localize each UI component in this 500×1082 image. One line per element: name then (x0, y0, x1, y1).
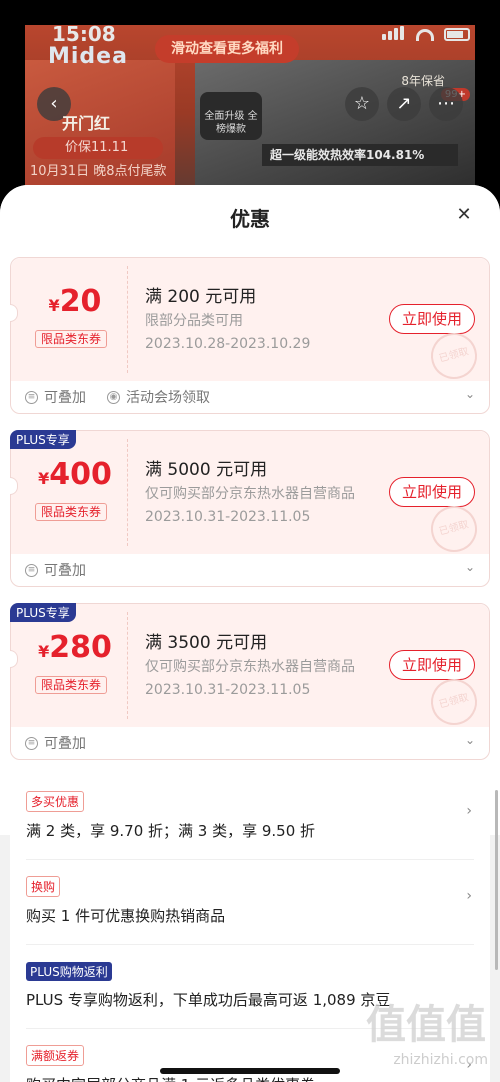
coupon-condition: 满 5000 元可用 (145, 460, 268, 480)
watermark-text: zhizhizhi.com (393, 1052, 488, 1068)
plus-exclusive-tag: PLUS专享 (10, 603, 76, 622)
source-label: ◉ 活动会场领取 (107, 387, 210, 407)
currency-symbol: ¥ (38, 642, 50, 661)
offer-item[interactable]: 换购 购买 1 件可优惠换购热销商品 › (26, 860, 474, 945)
coupon-footer[interactable]: ≡ 可叠加 ⌄ (11, 727, 489, 759)
close-icon[interactable]: ✕ (452, 203, 476, 227)
coupon-scope: 仅可购买部分京东热水器自营商品 (145, 486, 355, 502)
battery-icon (444, 28, 470, 41)
star-icon: ☆ (353, 93, 371, 114)
efficiency-label: 超一级能效热效率104.81% (262, 144, 458, 166)
venue-icon: ◉ (107, 390, 120, 404)
promo-pill[interactable]: 滑动查看更多福利 (155, 35, 299, 63)
coupon-scope: 限部分品类可用 (145, 313, 243, 329)
currency-symbol: ¥ (38, 469, 50, 488)
more-button[interactable]: ⋯ (429, 87, 463, 121)
offer-tag: 满额返券 (26, 1045, 85, 1066)
coupon-card: ¥20 限品类东券 满 200 元可用 限部分品类可用 2023.10.28-2… (10, 257, 490, 414)
upgrade-badge: 全面升级 全榜爆款 (200, 92, 262, 140)
plus-exclusive-tag: PLUS专享 (10, 430, 76, 449)
stack-icon: ≡ (25, 563, 38, 577)
chevron-right-icon: › (466, 803, 472, 819)
offer-text: 购买 1 件可优惠换购热销商品 (26, 907, 226, 925)
claimed-stamp: 已领取 (425, 500, 483, 558)
coupon-scope: 仅可购买部分京东热水器自营商品 (145, 659, 355, 675)
coupon-footer[interactable]: ≡ 可叠加 ⌄ (11, 554, 489, 586)
coupon-category-tag: 限品类东券 (35, 503, 107, 521)
coupon-condition: 满 3500 元可用 (145, 633, 268, 653)
amount-value: 20 (59, 284, 102, 319)
coupon-dates: 2023.10.31-2023.11.05 (145, 509, 311, 525)
status-icons (382, 25, 470, 44)
coupon-amount: ¥20 (27, 284, 123, 319)
offer-tag: PLUS购物返利 (26, 962, 112, 981)
chevron-down-icon[interactable]: ⌄ (465, 560, 475, 574)
offer-text: 购买中宫层部分商品满 1 元返多品类优惠券 (26, 1074, 474, 1082)
claimed-stamp: 已领取 (425, 673, 483, 731)
stackable-text: 可叠加 (44, 390, 86, 406)
stack-icon: ≡ (25, 390, 38, 404)
coupon-dates: 2023.10.28-2023.10.29 (145, 336, 311, 352)
currency-symbol: ¥ (48, 296, 60, 315)
offer-tag: 换购 (26, 876, 61, 897)
stackable-label: ≡ 可叠加 (25, 733, 86, 753)
amount-value: 400 (49, 457, 112, 492)
use-now-button[interactable]: 立即使用 (389, 477, 475, 507)
wifi-icon (416, 28, 434, 41)
coupon-category-tag: 限品类东券 (35, 330, 107, 348)
share-button[interactable]: ↗ (387, 87, 421, 121)
discount-sheet: 优惠 ✕ ¥20 限品类东券 满 200 元可用 限部分品类可用 2023.10… (0, 185, 500, 1082)
chevron-down-icon[interactable]: ⌄ (465, 733, 475, 747)
offer-text: 满 2 类，享 9.70 折；满 3 类，享 9.50 折 (26, 822, 316, 840)
coupon-amount: ¥400 (27, 457, 123, 492)
price-protect-tag: 价保11.11 (33, 137, 163, 159)
use-now-button[interactable]: 立即使用 (389, 304, 475, 334)
offer-tag: 多买优惠 (26, 791, 85, 812)
stackable-label: ≡ 可叠加 (25, 560, 86, 580)
chevron-down-icon[interactable]: ⌄ (465, 387, 475, 401)
brand-logo: Midea (48, 44, 128, 69)
chevron-left-icon: ‹ (50, 93, 58, 114)
claimed-stamp: 已领取 (425, 327, 483, 385)
coupon-body: ¥400 限品类东券 满 5000 元可用 仅可购买部分京东热水器自营商品 20… (10, 431, 489, 558)
coupon-body: ¥280 限品类东券 满 3500 元可用 仅可购买部分京东热水器自营商品 20… (10, 604, 489, 731)
coupon-category-tag: 限品类东券 (35, 676, 107, 694)
source-text: 活动会场领取 (126, 390, 210, 406)
status-time: 15:08 (52, 22, 116, 46)
stackable-text: 可叠加 (44, 736, 86, 752)
amount-value: 280 (49, 630, 112, 665)
payment-date: 10月31日 晚8点付尾款 (30, 164, 167, 179)
coupon-footer[interactable]: ≡ 可叠加 ◉ 活动会场领取 ⌄ (11, 381, 489, 413)
stackable-text: 可叠加 (44, 563, 86, 579)
kaimen-label: 开门红 (62, 114, 111, 133)
coupon-card: PLUS专享 ¥280 限品类东券 满 3500 元可用 仅可购买部分京东热水器… (10, 603, 490, 760)
sheet-title: 优惠 (230, 207, 270, 231)
scrollbar[interactable] (495, 790, 498, 970)
coupon-card: PLUS专享 ¥400 限品类东券 满 5000 元可用 仅可购买部分京东热水器… (10, 430, 490, 587)
eight-years-label: 8年保省 (401, 74, 445, 88)
stack-icon: ≡ (25, 736, 38, 750)
coupon-amount: ¥280 (27, 630, 123, 665)
use-now-button[interactable]: 立即使用 (389, 650, 475, 680)
coupon-dates: 2023.10.31-2023.11.05 (145, 682, 311, 698)
coupon-body: ¥20 限品类东券 满 200 元可用 限部分品类可用 2023.10.28-2… (10, 258, 489, 385)
home-indicator[interactable] (160, 1068, 340, 1074)
offer-item[interactable]: 多买优惠 满 2 类，享 9.70 折；满 3 类，享 9.50 折 › (26, 775, 474, 860)
more-icon: ⋯ (437, 93, 455, 114)
coupon-list: ¥20 限品类东券 满 200 元可用 限部分品类可用 2023.10.28-2… (0, 245, 500, 835)
share-icon: ↗ (396, 93, 412, 114)
signal-icon (382, 25, 406, 44)
favorite-button[interactable]: ☆ (345, 87, 379, 121)
sheet-header: 优惠 ✕ (0, 185, 500, 245)
stackable-label: ≡ 可叠加 (25, 387, 86, 407)
watermark-logo: 值值值 (366, 1002, 486, 1048)
coupon-condition: 满 200 元可用 (145, 287, 257, 307)
chevron-right-icon: › (466, 888, 472, 904)
